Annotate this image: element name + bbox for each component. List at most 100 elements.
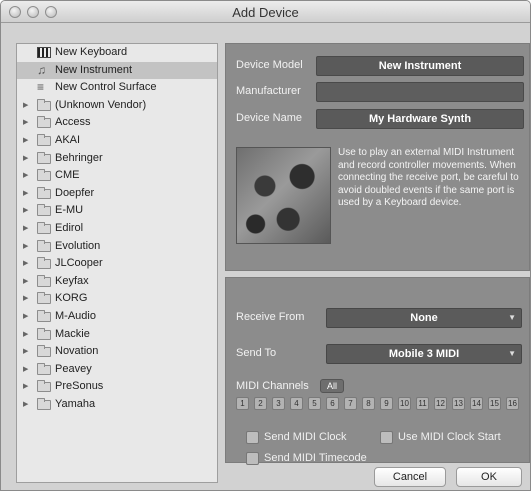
folder-icon bbox=[37, 133, 51, 146]
send-to-label: Send To bbox=[236, 347, 277, 359]
disclosure-triangle-icon[interactable]: ▶ bbox=[23, 202, 28, 220]
device-photo bbox=[236, 147, 331, 244]
device-list-item[interactable]: ▶ Novation bbox=[17, 343, 217, 361]
folder-icon bbox=[37, 116, 51, 129]
send-midi-timecode-checkbox[interactable] bbox=[246, 452, 259, 465]
device-list-item[interactable]: ▶ M-Audio bbox=[17, 308, 217, 326]
device-list-item[interactable]: ▶ E-MU bbox=[17, 202, 217, 220]
device-info-panel: Device Model New Instrument Manufacturer… bbox=[225, 43, 530, 271]
device-description: Use to play an external MIDI Instrument … bbox=[338, 147, 519, 208]
disclosure-triangle-icon[interactable]: ▶ bbox=[23, 343, 28, 361]
folder-icon bbox=[37, 274, 51, 287]
midi-channel-button[interactable]: 15 bbox=[488, 397, 501, 410]
disclosure-triangle-icon[interactable]: ▶ bbox=[23, 97, 28, 115]
disclosure-triangle-icon[interactable]: ▶ bbox=[23, 132, 28, 150]
device-list-item[interactable]: ▶ Evolution bbox=[17, 238, 217, 256]
folder-icon bbox=[37, 257, 51, 270]
folder-icon bbox=[37, 221, 51, 234]
device-name-label: Device Name bbox=[236, 112, 303, 124]
device-list-item[interactable]: ▶ CME bbox=[17, 167, 217, 185]
device-list-item-label: New Keyboard bbox=[55, 46, 128, 58]
device-model-field[interactable]: New Instrument bbox=[316, 56, 524, 76]
all-channels-button[interactable]: All bbox=[320, 379, 344, 393]
receive-from-value: None bbox=[410, 312, 438, 324]
device-list-item-label: KORG bbox=[55, 292, 88, 305]
device-list-item-label: Access bbox=[55, 116, 91, 129]
disclosure-triangle-icon[interactable]: ▶ bbox=[23, 150, 28, 168]
disclosure-triangle-icon[interactable]: ▶ bbox=[23, 290, 28, 308]
device-list-item-label: JLCooper bbox=[55, 257, 103, 270]
device-list-item[interactable]: ▶ Mackie bbox=[17, 326, 217, 344]
midi-channel-button[interactable]: 5 bbox=[308, 397, 321, 410]
device-list-item-label: Doepfer bbox=[55, 186, 95, 199]
use-midi-clock-start-label: Use MIDI Clock Start bbox=[398, 431, 501, 443]
receive-from-label: Receive From bbox=[236, 311, 305, 323]
disclosure-triangle-icon[interactable]: ▶ bbox=[23, 396, 28, 414]
midi-channel-button[interactable]: 2 bbox=[254, 397, 267, 410]
device-list-item-label: E-MU bbox=[55, 204, 84, 217]
midi-channel-button[interactable]: 6 bbox=[326, 397, 339, 410]
disclosure-triangle-icon[interactable]: ▶ bbox=[23, 378, 28, 396]
disclosure-triangle-icon[interactable]: ▶ bbox=[23, 185, 28, 203]
device-list[interactable]: New Keyboard ♫ New Instrument ≡ New Control … bbox=[16, 43, 218, 483]
keyboard-icon bbox=[37, 47, 51, 58]
device-list-item[interactable]: ▶ Keyfax bbox=[17, 273, 217, 291]
send-midi-clock-checkbox[interactable] bbox=[246, 431, 259, 444]
midi-channel-button[interactable]: 1 bbox=[236, 397, 249, 410]
midi-channel-button[interactable]: 4 bbox=[290, 397, 303, 410]
disclosure-triangle-icon[interactable]: ▶ bbox=[23, 167, 28, 185]
midi-channel-button[interactable]: 9 bbox=[380, 397, 393, 410]
disclosure-triangle-icon[interactable]: ▶ bbox=[23, 114, 28, 132]
disclosure-triangle-icon[interactable]: ▶ bbox=[23, 326, 28, 344]
device-list-item[interactable]: ▶ Peavey bbox=[17, 361, 217, 379]
disclosure-triangle-icon[interactable]: ▶ bbox=[23, 308, 28, 326]
device-list-item-label: (Unknown Vendor) bbox=[55, 98, 147, 111]
midi-channel-button[interactable]: 12 bbox=[434, 397, 447, 410]
window-title: Add Device bbox=[232, 5, 299, 20]
device-list-item[interactable]: ▶ KORG bbox=[17, 290, 217, 308]
device-list-item[interactable]: ▶ JLCooper bbox=[17, 255, 217, 273]
device-list-item[interactable]: ▶ Doepfer bbox=[17, 185, 217, 203]
device-list-item[interactable]: New Keyboard bbox=[17, 44, 217, 62]
midi-channel-button[interactable]: 10 bbox=[398, 397, 411, 410]
disclosure-triangle-icon[interactable]: ▶ bbox=[23, 361, 28, 379]
send-to-dropdown[interactable]: Mobile 3 MIDI ▼ bbox=[326, 344, 522, 364]
device-list-item[interactable]: ▶ Access bbox=[17, 114, 217, 132]
use-midi-clock-start-checkbox[interactable] bbox=[380, 431, 393, 444]
midi-channel-button[interactable]: 16 bbox=[506, 397, 519, 410]
device-list-item[interactable]: ▶ (Unknown Vendor) bbox=[17, 97, 217, 115]
device-list-item[interactable]: ▶ AKAI bbox=[17, 132, 217, 150]
receive-from-dropdown[interactable]: None ▼ bbox=[326, 308, 522, 328]
folder-icon bbox=[37, 239, 51, 252]
midi-channels-label: MIDI Channels bbox=[236, 380, 309, 392]
folder-icon bbox=[37, 292, 51, 305]
folder-icon bbox=[37, 362, 51, 375]
device-list-item-label: Yamaha bbox=[55, 397, 96, 410]
midi-channel-button[interactable]: 13 bbox=[452, 397, 465, 410]
folder-icon bbox=[37, 345, 51, 358]
device-list-item-label: M-Audio bbox=[55, 309, 96, 322]
folder-icon bbox=[37, 186, 51, 199]
disclosure-triangle-icon[interactable]: ▶ bbox=[23, 273, 28, 291]
midi-channel-button[interactable]: 14 bbox=[470, 397, 483, 410]
midi-channel-button[interactable]: 7 bbox=[344, 397, 357, 410]
device-list-item[interactable]: ♫ New Instrument bbox=[17, 61, 217, 80]
ok-button[interactable]: OK bbox=[456, 467, 522, 487]
device-ports-panel: Receive From None ▼ Send To Mobile 3 MID… bbox=[225, 277, 530, 465]
midi-channel-button[interactable]: 3 bbox=[272, 397, 285, 410]
midi-channel-button[interactable]: 11 bbox=[416, 397, 429, 410]
device-list-item[interactable]: ▶ Edirol bbox=[17, 220, 217, 238]
device-name-field[interactable]: My Hardware Synth bbox=[316, 109, 524, 129]
device-list-item[interactable]: ≡ New Control Surface bbox=[17, 79, 217, 97]
disclosure-triangle-icon[interactable]: ▶ bbox=[23, 238, 28, 256]
manufacturer-field[interactable] bbox=[316, 82, 524, 102]
device-list-item[interactable]: ▶ Behringer bbox=[17, 150, 217, 168]
disclosure-triangle-icon[interactable]: ▶ bbox=[23, 255, 28, 273]
cancel-button[interactable]: Cancel bbox=[374, 467, 446, 487]
device-list-item[interactable]: ▶ PreSonus bbox=[17, 378, 217, 396]
midi-channel-button[interactable]: 8 bbox=[362, 397, 375, 410]
device-list-item-label: Peavey bbox=[55, 362, 92, 375]
disclosure-triangle-icon[interactable]: ▶ bbox=[23, 220, 28, 238]
chevron-down-icon: ▼ bbox=[508, 349, 516, 358]
device-list-item[interactable]: ▶ Yamaha bbox=[17, 396, 217, 414]
